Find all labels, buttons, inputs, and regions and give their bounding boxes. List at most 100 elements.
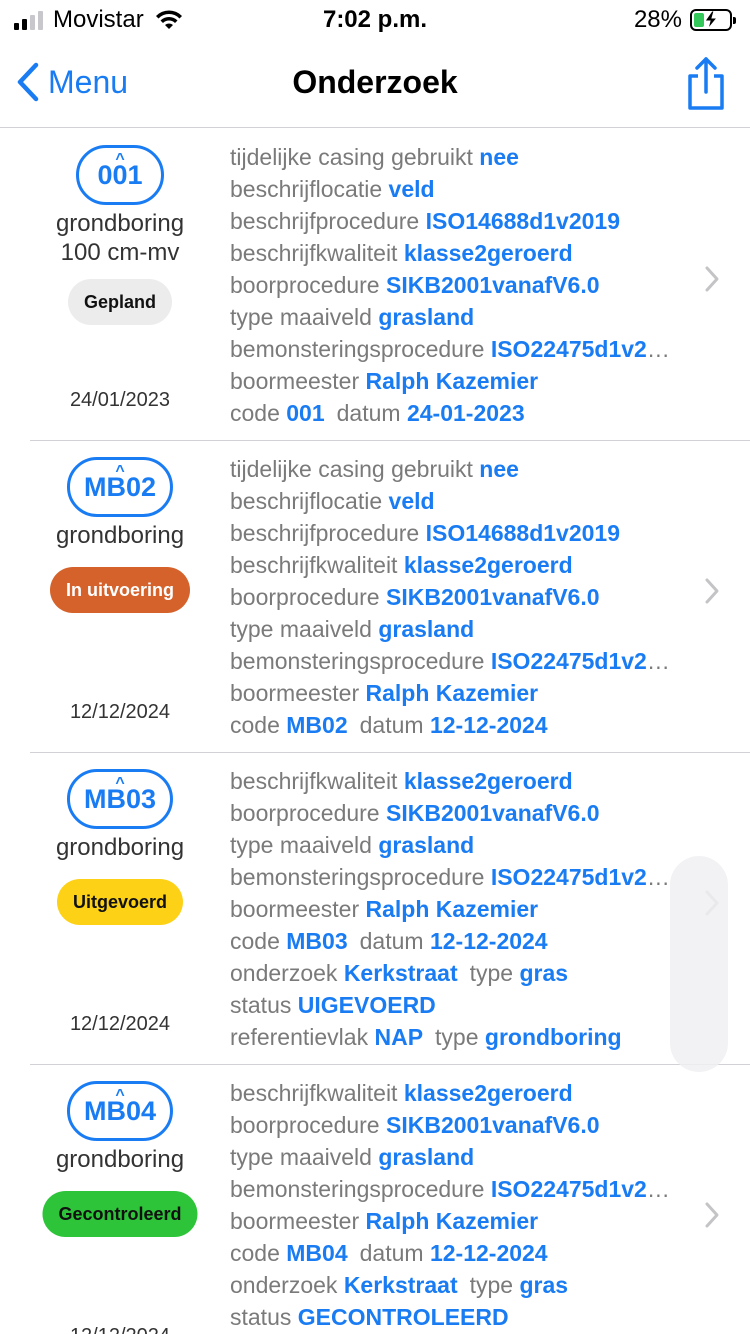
detail-value: MB02 bbox=[286, 712, 348, 738]
detail-line: tijdelijke casing gebruikt nee bbox=[230, 453, 678, 485]
detail-value: ISO14688d1v2019 bbox=[425, 520, 620, 546]
detail-value: Ralph Kazemier bbox=[365, 680, 539, 706]
detail-label: boorprocedure bbox=[230, 272, 380, 298]
detail-label: bemonsteringsprocedure bbox=[230, 648, 485, 674]
list-item[interactable]: ^ MB03 grondboring Uitgevoerd 12/12/2024 besc… bbox=[0, 752, 750, 1065]
detail-value: Ralph Kazemier bbox=[365, 368, 539, 394]
detail-line: code MB04 datum 12-12-2024 bbox=[230, 1237, 678, 1269]
detail-label: code bbox=[230, 928, 280, 954]
detail-value: ISO14688d1v2019 bbox=[425, 208, 620, 234]
code-badge: ^ 001 bbox=[76, 145, 164, 205]
detail-label: beschrijfkwaliteit bbox=[230, 240, 398, 266]
boring-type-label: grondboring bbox=[55, 210, 185, 237]
item-details: beschrijfkwaliteit klasse2geroerd boorpro… bbox=[230, 1077, 678, 1333]
share-icon[interactable] bbox=[684, 56, 728, 112]
detail-label: beschrijfprocedure bbox=[230, 520, 420, 546]
code-badge: ^ MB03 bbox=[66, 769, 174, 829]
detail-label: boorprocedure bbox=[230, 800, 380, 826]
detail-value: MB04 bbox=[286, 1240, 348, 1266]
detail-label: boormeester bbox=[230, 368, 360, 394]
detail-line: onderzoek Kerkstraat type gras bbox=[230, 1269, 678, 1301]
detail-label: datum bbox=[359, 928, 424, 954]
detail-value: ISO22475d1v2006 bbox=[490, 648, 678, 674]
detail-line: bemonsteringsprocedure ISO22475d1v2006 bbox=[230, 861, 678, 893]
detail-label: status bbox=[230, 992, 292, 1018]
detail-value: 12-12-2024 bbox=[429, 712, 548, 738]
page-title: Onderzoek bbox=[292, 64, 458, 100]
detail-line: code MB02 datum 12-12-2024 bbox=[230, 709, 678, 741]
list-item[interactable]: ^MB04grondboringGecontroleerd12/12/2024b… bbox=[0, 1064, 750, 1334]
status-badge: Gepland bbox=[67, 279, 173, 325]
detail-value: SIKB2001vanafV6.0 bbox=[386, 584, 600, 610]
detail-line: boorprocedure SIKB2001vanafV6.0 bbox=[230, 581, 678, 613]
list-item[interactable]: ^ 001 grondboring 100 cm-mv Gepland 24/01/202… bbox=[0, 129, 750, 441]
boring-type-label: grondboring bbox=[55, 834, 185, 861]
detail-label: datum bbox=[359, 1240, 424, 1266]
detail-line: boormeester Ralph Kazemier bbox=[230, 365, 678, 397]
detail-value: veld bbox=[388, 176, 435, 202]
detail-label: code bbox=[230, 712, 280, 738]
detail-label: type bbox=[469, 1272, 514, 1298]
status-right: 28% bbox=[633, 6, 736, 34]
detail-value: NAP bbox=[374, 1024, 424, 1050]
detail-line: boorprocedure SIKB2001vanafV6.0 bbox=[230, 797, 678, 829]
detail-line: beschrijfprocedure ISO14688d1v2019 bbox=[230, 205, 678, 237]
boring-type: grondboring bbox=[30, 833, 210, 862]
detail-label: type maaiveld bbox=[230, 1144, 372, 1170]
detail-label: beschrijfkwaliteit bbox=[230, 1080, 398, 1106]
detail-line: type maaiveld grasland bbox=[230, 301, 678, 333]
boring-type: grondboring 100 cm-mv bbox=[30, 209, 210, 267]
detail-label: boorprocedure bbox=[230, 1112, 380, 1138]
scroll-indicator bbox=[670, 856, 728, 1072]
status-bar: Movistar 7:02 p.m. 28% bbox=[0, 0, 750, 40]
detail-label: bemonsteringsprocedure bbox=[230, 336, 485, 362]
status-badge: Uitgevoerd bbox=[56, 879, 184, 925]
detail-label: onderzoek bbox=[230, 1272, 338, 1298]
detail-label: type maaiveld bbox=[230, 616, 372, 642]
item-details: tijdelijke casing gebruikt nee beschrijfl… bbox=[230, 141, 678, 429]
list-item[interactable]: ^ MB02 grondboring In uitvoering 12/12/2024 t… bbox=[0, 440, 750, 753]
detail-label: boormeester bbox=[230, 896, 360, 922]
code-badge: ^ MB02 bbox=[66, 457, 174, 517]
detail-line: onderzoek Kerkstraat type gras bbox=[230, 957, 678, 989]
detail-line: boormeester Ralph Kazemier bbox=[230, 893, 678, 925]
detail-line: type maaiveld grasland bbox=[230, 829, 678, 861]
detail-label: type maaiveld bbox=[230, 832, 372, 858]
detail-value: klasse2geroerd bbox=[403, 552, 573, 578]
caret-up-icon: ^ bbox=[115, 1087, 125, 1104]
detail-label: beschrijflocatie bbox=[230, 488, 383, 514]
detail-label: boormeester bbox=[230, 680, 360, 706]
detail-label: bemonsteringsprocedure bbox=[230, 864, 485, 890]
detail-value: SIKB2001vanafV6.0 bbox=[386, 800, 600, 826]
status-badge: In uitvoering bbox=[50, 567, 190, 613]
detail-value: klasse2geroerd bbox=[403, 768, 573, 794]
detail-line: referentievlak NAP type grondboring bbox=[230, 1021, 678, 1053]
detail-line: bemonsteringsprocedure ISO22475d1v2006 bbox=[230, 333, 678, 365]
detail-label: boormeester bbox=[230, 1208, 360, 1234]
battery-percentage: 28% bbox=[633, 6, 682, 33]
caret-up-icon: ^ bbox=[115, 463, 125, 480]
detail-line: bemonsteringsprocedure ISO22475d1v2006 bbox=[230, 1173, 678, 1205]
detail-value: grasland bbox=[378, 304, 475, 330]
detail-value: grasland bbox=[378, 832, 475, 858]
boring-type-label: grondboring bbox=[55, 522, 185, 549]
chevron-right-icon bbox=[705, 578, 719, 604]
detail-value: Ralph Kazemier bbox=[365, 896, 539, 922]
detail-value: SIKB2001vanafV6.0 bbox=[386, 1112, 600, 1138]
status-badge: Gecontroleerd bbox=[42, 1191, 198, 1237]
detail-line: bemonsteringsprocedure ISO22475d1v2006 bbox=[230, 645, 678, 677]
chevron-right-icon bbox=[705, 266, 719, 292]
item-details: tijdelijke casing gebruikt nee beschrijfl… bbox=[230, 453, 678, 741]
detail-line: boorprocedure SIKB2001vanafV6.0 bbox=[230, 1109, 678, 1141]
detail-line: boormeester Ralph Kazemier bbox=[230, 1205, 678, 1237]
detail-label: onderzoek bbox=[230, 960, 338, 986]
detail-value: grasland bbox=[378, 1144, 475, 1170]
detail-label: beschrijfkwaliteit bbox=[230, 552, 398, 578]
detail-line: code 001 datum 24-01-2023 bbox=[230, 397, 678, 429]
boring-type: grondboring bbox=[30, 521, 210, 550]
detail-value: Ralph Kazemier bbox=[365, 1208, 539, 1234]
detail-value: 12-12-2024 bbox=[429, 928, 548, 954]
detail-label: type bbox=[435, 1024, 479, 1050]
detail-value: gras bbox=[519, 960, 569, 986]
detail-value: Kerkstraat bbox=[343, 960, 458, 986]
